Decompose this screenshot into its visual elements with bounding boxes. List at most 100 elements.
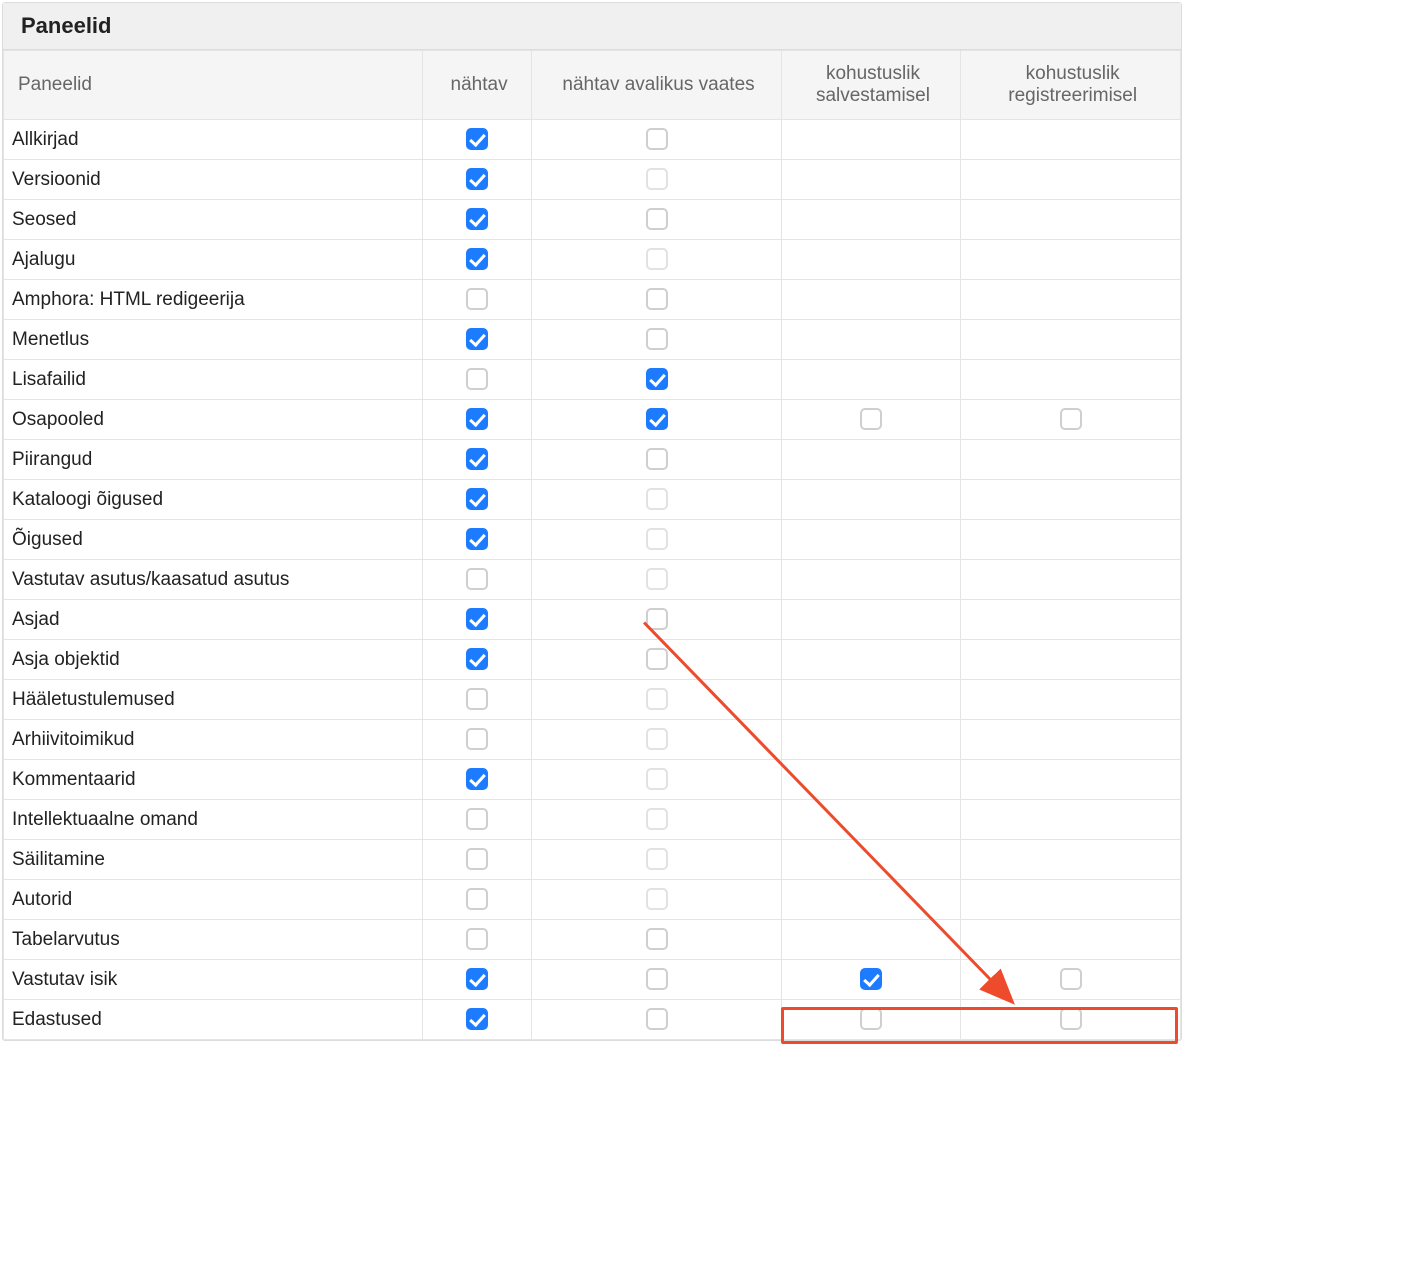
checkbox-public[interactable]	[646, 208, 668, 230]
row-label: Piirangud	[4, 440, 423, 480]
row-label: Arhiivitoimikud	[4, 720, 423, 760]
checkbox-visible[interactable]	[466, 248, 488, 270]
table-row: Seosed	[4, 200, 1181, 240]
row-label: Ajalugu	[4, 240, 423, 280]
checkbox-visible[interactable]	[466, 208, 488, 230]
checkbox-public[interactable]	[646, 248, 668, 270]
checkbox-visible[interactable]	[466, 728, 488, 750]
checkbox-public[interactable]	[646, 648, 668, 670]
checkbox-required-register[interactable]	[1060, 1008, 1082, 1030]
table-row: Kommentaarid	[4, 760, 1181, 800]
row-label: Allkirjad	[4, 120, 423, 160]
checkbox-public[interactable]	[646, 608, 668, 630]
table-row: Asjad	[4, 600, 1181, 640]
checkbox-public[interactable]	[646, 888, 668, 910]
checkbox-visible[interactable]	[466, 448, 488, 470]
checkbox-public[interactable]	[646, 1008, 668, 1030]
row-label: Õigused	[4, 520, 423, 560]
table-row: Menetlus	[4, 320, 1181, 360]
checkbox-visible[interactable]	[466, 688, 488, 710]
table-row: Vastutav asutus/kaasatud asutus	[4, 560, 1181, 600]
checkbox-public[interactable]	[646, 288, 668, 310]
row-label: Seosed	[4, 200, 423, 240]
checkbox-visible[interactable]	[466, 968, 488, 990]
col-header-reqreg: kohustuslik registreerimisel	[961, 51, 1181, 120]
row-label: Edastused	[4, 1000, 423, 1040]
row-label: Autorid	[4, 880, 423, 920]
checkbox-visible[interactable]	[466, 328, 488, 350]
checkbox-public[interactable]	[646, 328, 668, 350]
panel-paneelid: Paneelid Paneelid nähtav nähtav avalikus…	[2, 2, 1182, 1041]
checkbox-public[interactable]	[646, 408, 668, 430]
table-row: Asja objektid	[4, 640, 1181, 680]
checkbox-public[interactable]	[646, 688, 668, 710]
col-header-visible: nähtav	[422, 51, 532, 120]
checkbox-visible[interactable]	[466, 1008, 488, 1030]
row-label: Asjad	[4, 600, 423, 640]
row-label: Lisafailid	[4, 360, 423, 400]
checkbox-visible[interactable]	[466, 608, 488, 630]
checkbox-required-save[interactable]	[860, 1008, 882, 1030]
checkbox-public[interactable]	[646, 128, 668, 150]
row-label: Menetlus	[4, 320, 423, 360]
table-row: Autorid	[4, 880, 1181, 920]
table-row: Arhiivitoimikud	[4, 720, 1181, 760]
checkbox-visible[interactable]	[466, 408, 488, 430]
table-row: Tabelarvutus	[4, 920, 1181, 960]
checkbox-visible[interactable]	[466, 488, 488, 510]
checkbox-public[interactable]	[646, 808, 668, 830]
checkbox-visible[interactable]	[466, 288, 488, 310]
table-row: Versioonid	[4, 160, 1181, 200]
row-label: Intellektuaalne omand	[4, 800, 423, 840]
row-label: Amphora: HTML redigeerija	[4, 280, 423, 320]
checkbox-public[interactable]	[646, 728, 668, 750]
row-label: Kommentaarid	[4, 760, 423, 800]
checkbox-visible[interactable]	[466, 568, 488, 590]
table-row: Allkirjad	[4, 120, 1181, 160]
table-header-row: Paneelid nähtav nähtav avalikus vaates k…	[4, 51, 1181, 120]
checkbox-public[interactable]	[646, 568, 668, 590]
row-label: Vastutav isik	[4, 960, 423, 1000]
checkbox-visible[interactable]	[466, 648, 488, 670]
table-row: Intellektuaalne omand	[4, 800, 1181, 840]
table-row: Piirangud	[4, 440, 1181, 480]
checkbox-public[interactable]	[646, 368, 668, 390]
checkbox-required-register[interactable]	[1060, 968, 1082, 990]
checkbox-public[interactable]	[646, 528, 668, 550]
checkbox-public[interactable]	[646, 488, 668, 510]
checkbox-visible[interactable]	[466, 168, 488, 190]
table-row: Ajalugu	[4, 240, 1181, 280]
table-row: Osapooled	[4, 400, 1181, 440]
checkbox-required-save[interactable]	[860, 408, 882, 430]
checkbox-public[interactable]	[646, 768, 668, 790]
row-label: Säilitamine	[4, 840, 423, 880]
col-header-label: Paneelid	[4, 51, 423, 120]
row-label: Vastutav asutus/kaasatud asutus	[4, 560, 423, 600]
table-row: Vastutav isik	[4, 960, 1181, 1000]
checkbox-public[interactable]	[646, 168, 668, 190]
checkbox-required-register[interactable]	[1060, 408, 1082, 430]
checkbox-public[interactable]	[646, 448, 668, 470]
checkbox-visible[interactable]	[466, 848, 488, 870]
table-row: Säilitamine	[4, 840, 1181, 880]
checkbox-visible[interactable]	[466, 928, 488, 950]
checkbox-visible[interactable]	[466, 528, 488, 550]
col-header-public: nähtav avalikus vaates	[532, 51, 781, 120]
checkbox-visible[interactable]	[466, 808, 488, 830]
checkbox-public[interactable]	[646, 968, 668, 990]
checkbox-visible[interactable]	[466, 768, 488, 790]
table-row: Õigused	[4, 520, 1181, 560]
table-row: Lisafailid	[4, 360, 1181, 400]
row-label: Kataloogi õigused	[4, 480, 423, 520]
checkbox-visible[interactable]	[466, 888, 488, 910]
row-label: Asja objektid	[4, 640, 423, 680]
checkbox-visible[interactable]	[466, 128, 488, 150]
checkbox-visible[interactable]	[466, 368, 488, 390]
table-row: Edastused	[4, 1000, 1181, 1040]
checkbox-public[interactable]	[646, 928, 668, 950]
panels-table: Paneelid nähtav nähtav avalikus vaates k…	[3, 50, 1181, 1040]
table-row: Hääletustulemused	[4, 680, 1181, 720]
checkbox-required-save[interactable]	[860, 968, 882, 990]
checkbox-public[interactable]	[646, 848, 668, 870]
panel-title: Paneelid	[3, 3, 1181, 50]
